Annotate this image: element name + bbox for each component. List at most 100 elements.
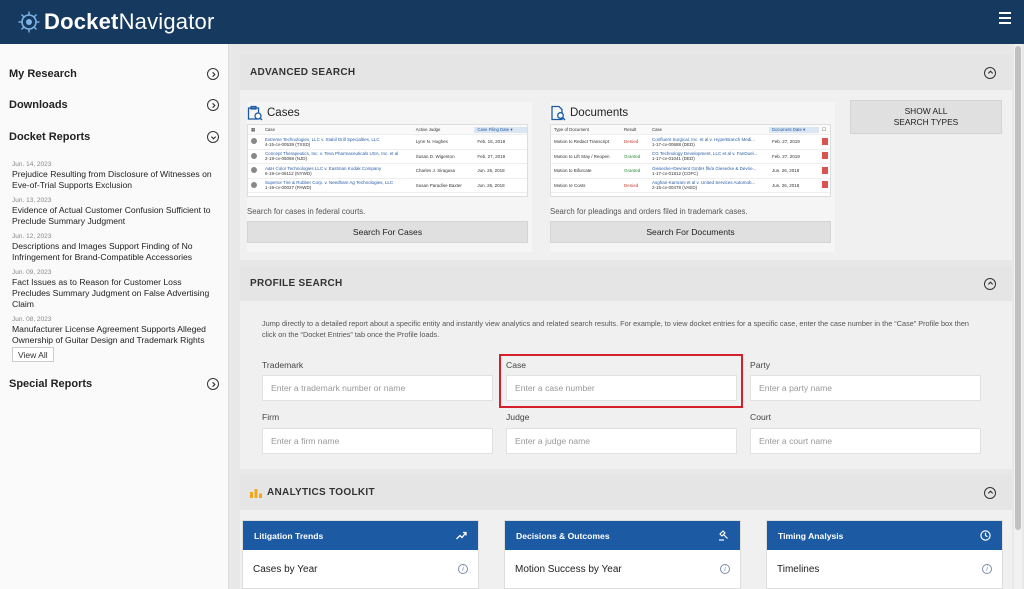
result-cell: Denied — [624, 182, 639, 188]
list-item[interactable]: Jun. 09, 2023 Fact Issues as to Reason f… — [12, 268, 217, 310]
gavel-icon — [719, 530, 728, 541]
top-navbar: DocketNavigator — [0, 0, 1024, 44]
sidebar-item-label: Docket Reports — [9, 131, 91, 143]
card-title: Litigation Trends — [254, 530, 324, 541]
table-row[interactable]: Motion to Bifurcate Granted Giesecke+Dev… — [551, 164, 830, 179]
search-for-cases-button[interactable]: Search For Cases — [247, 221, 528, 243]
timing-analysis-header[interactable]: Timing Analysis — [767, 521, 1002, 550]
trademark-input[interactable] — [262, 375, 493, 401]
chevron-down-icon — [207, 131, 219, 143]
court-input[interactable] — [750, 428, 981, 454]
select-all-checkbox[interactable]: ☐ — [819, 127, 830, 133]
firm-input[interactable] — [262, 428, 493, 454]
table-row[interactable]: Motion to Redact Transcript Denied Confl… — [551, 135, 830, 150]
page-scrollbar[interactable] — [1014, 44, 1022, 589]
report-title[interactable]: Evidence of Actual Customer Confusion Su… — [12, 205, 217, 227]
expand-icon[interactable] — [251, 152, 257, 159]
column-header-sorted[interactable]: Document Date ▾ — [769, 126, 819, 133]
docket-navigator-logo[interactable]: DocketNavigator — [18, 9, 215, 35]
pdf-icon[interactable] — [822, 166, 828, 174]
profile-search-header[interactable]: PROFILE SEARCH — [240, 266, 1012, 301]
table-row[interactable]: Motion to Lift Stay / Reopen Granted CG … — [551, 150, 830, 164]
cases-by-year-item[interactable]: Cases by Year i — [243, 550, 478, 588]
court-label: Court — [750, 412, 772, 422]
sidebar-item-my-research[interactable]: My Research — [9, 64, 219, 84]
judge-cell: Susan Paradise Baxter — [415, 182, 462, 188]
litigation-trends-header[interactable]: Litigation Trends — [243, 521, 478, 550]
scrollbar-thumb[interactable] — [1015, 46, 1021, 530]
timelines-item[interactable]: Timelines i — [767, 550, 1002, 588]
trademark-label: Trademark — [262, 360, 304, 370]
report-title[interactable]: Prejudice Resulting from Disclosure of W… — [12, 169, 217, 191]
sidebar-item-downloads[interactable]: Downloads — [9, 95, 219, 115]
report-title[interactable]: Fact Issues as to Reason for Customer Lo… — [12, 277, 217, 310]
chevron-up-icon[interactable] — [984, 66, 996, 79]
report-date: Jun. 13, 2023 — [12, 197, 52, 204]
date-cell: Feb. 27, 2019 — [772, 153, 800, 159]
list-item[interactable]: Jun. 14, 2023 Prejudice Resulting from D… — [12, 160, 217, 191]
table-row[interactable]: Extreme Technologies, LLC v. Stabil Dril… — [248, 135, 527, 150]
case-number: 6-19-cv-06112 (NYWD) — [264, 170, 312, 176]
expand-icon[interactable] — [251, 167, 257, 174]
column-header: Case — [264, 127, 275, 132]
judge-input[interactable] — [506, 428, 737, 454]
table-row[interactable]: Concept Therapeutics, Inc. v. Teva Pharm… — [248, 150, 527, 164]
show-all-search-types-button[interactable]: SHOW ALL SEARCH TYPES — [850, 100, 1002, 134]
sidebar-item-special-reports[interactable]: Special Reports — [9, 374, 219, 394]
info-icon[interactable]: i — [982, 564, 992, 574]
sidebar-item-docket-reports[interactable]: Docket Reports — [9, 127, 219, 147]
brand-name: DocketNavigator — [44, 9, 215, 34]
search-for-documents-button[interactable]: Search For Documents — [550, 221, 831, 243]
decisions-outcomes-card: Decisions & Outcomes Motion Success by Y… — [504, 520, 741, 589]
expand-icon[interactable] — [251, 138, 257, 145]
advanced-search-body: Cases ▦ Case Active Judge Case Filing Da… — [240, 90, 1012, 260]
item-label: Motion Success by Year — [515, 563, 622, 575]
chevron-right-icon — [207, 99, 219, 111]
case-number: 2-15-cv-00478 (VAED) — [652, 185, 698, 191]
cases-title: Cases — [267, 107, 300, 119]
list-item[interactable]: Jun. 08, 2023 Manufacturer License Agree… — [12, 315, 217, 346]
column-header-sorted[interactable]: Case Filing Date ▾ — [474, 126, 527, 133]
info-icon[interactable]: i — [458, 564, 468, 574]
advanced-search-title: ADVANCED SEARCH — [250, 67, 356, 78]
case-field-highlight — [499, 354, 743, 408]
advanced-search-header[interactable]: ADVANCED SEARCH — [240, 55, 1012, 90]
pdf-icon[interactable] — [822, 137, 828, 145]
judge-cell: Charles J. Siragusa — [415, 168, 456, 174]
judge-cell: Susan D. Wigenton — [415, 153, 455, 159]
result-cell: Denied — [624, 139, 639, 145]
list-item[interactable]: Jun. 13, 2023 Evidence of Actual Custome… — [12, 196, 217, 227]
sidebar: My Research Downloads Docket Reports Jun… — [0, 44, 229, 589]
case-number: 1-17-cv-00688 (DED) — [652, 141, 695, 147]
decisions-outcomes-header[interactable]: Decisions & Outcomes — [505, 521, 740, 550]
table-row[interactable]: Superior Tire & Rubber Corp. v. Needham … — [248, 179, 527, 193]
info-icon[interactable]: i — [720, 564, 730, 574]
analytics-toolkit-header[interactable]: ANALYTICS TOOLKIT — [240, 475, 1012, 510]
report-title[interactable]: Manufacturer License Agreement Supports … — [12, 324, 217, 346]
hamburger-menu-icon[interactable] — [999, 12, 1011, 24]
expand-icon[interactable] — [251, 181, 257, 188]
table-row[interactable]: Motion re Costs Denied Asghari-Kamrani e… — [551, 179, 830, 193]
timing-analysis-card: Timing Analysis Timelines i — [766, 520, 1003, 589]
date-cell: Jun. 26, 2018 — [772, 168, 800, 174]
chevron-up-icon[interactable] — [984, 486, 996, 499]
party-input[interactable] — [750, 375, 981, 401]
report-title[interactable]: Descriptions and Images Support Finding … — [12, 241, 217, 263]
date-cell: Feb. 15, 2018 — [477, 139, 506, 145]
pdf-icon[interactable] — [822, 181, 828, 189]
date-cell: Jun. 26, 2018 — [477, 182, 505, 188]
chevron-up-icon[interactable] — [984, 277, 996, 290]
doc-type-cell: Motion re Costs — [554, 182, 586, 188]
report-date: Jun. 12, 2023 — [12, 233, 52, 240]
table-row[interactable]: A&H Color Technologies LLC v. Eastman Ko… — [248, 164, 527, 179]
result-cell: Granted — [624, 153, 641, 159]
table-header: Type of Document Result Case Document Da… — [551, 125, 830, 135]
cases-preview-table: ▦ Case Active Judge Case Filing Date ▾ E… — [247, 124, 528, 197]
documents-preview-table: Type of Document Result Case Document Da… — [550, 124, 831, 197]
view-all-button[interactable]: View All — [12, 347, 54, 362]
column-header: Case — [652, 127, 663, 132]
list-item[interactable]: Jun. 12, 2023 Descriptions and Images Su… — [12, 232, 217, 263]
pdf-icon[interactable] — [822, 152, 828, 160]
date-cell: Jun. 26, 2018 — [772, 182, 800, 188]
motion-success-by-year-item[interactable]: Motion Success by Year i — [505, 550, 740, 588]
